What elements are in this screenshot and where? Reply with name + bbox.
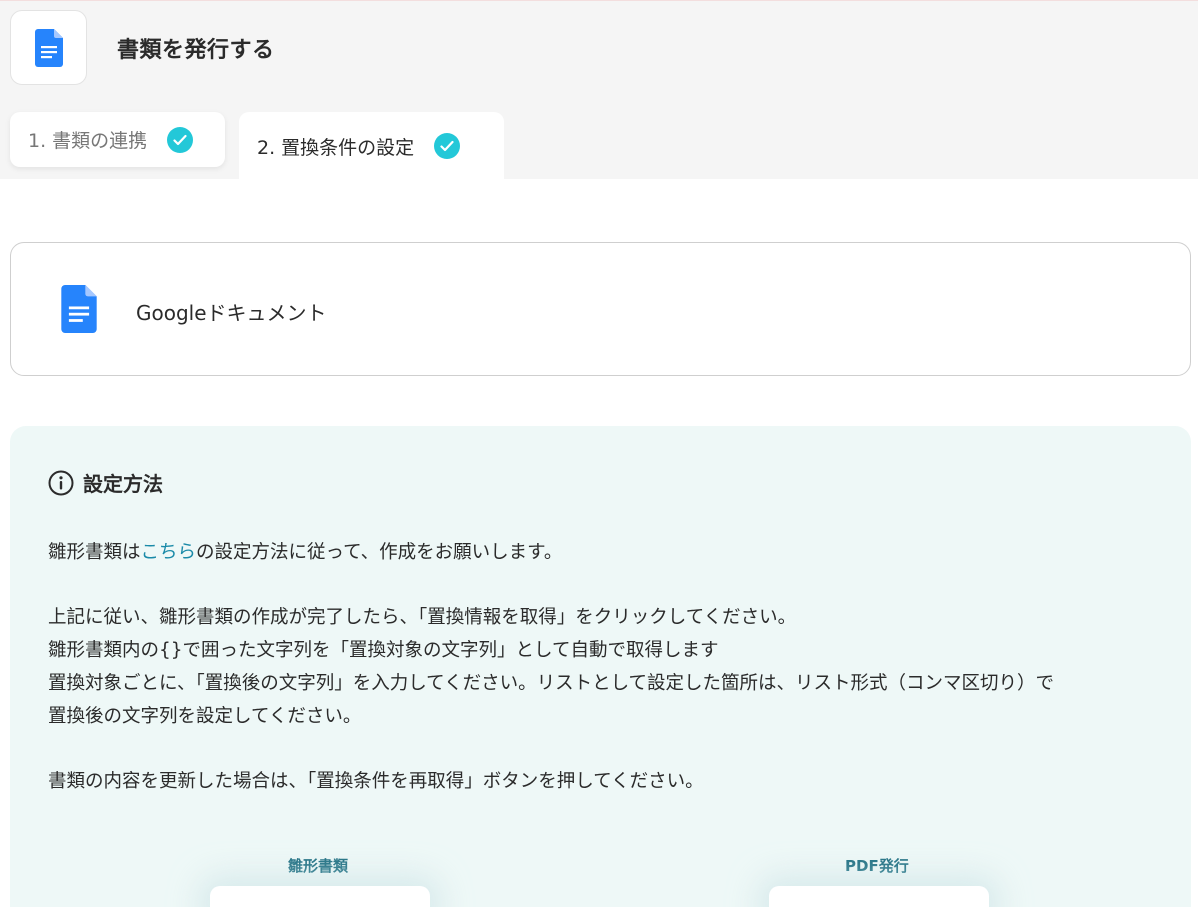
pdf-issue-label: PDF発行 (845, 857, 909, 875)
service-name: Googleドキュメント (136, 301, 327, 325)
info-icon (48, 470, 74, 495)
info-line: 雛形書類内の{}で囲った文字列を「置換対象の文字列」として自動で取得します (48, 640, 719, 661)
info-header: 設定方法 (48, 468, 163, 497)
info-line: 置換対象ごとに、「置換後の文字列」を入力してください。リストとして設定した箇所は… (48, 673, 1055, 694)
template-doc-label: 雛形書類 (288, 857, 349, 875)
info-title: 設定方法 (83, 472, 163, 496)
page-title: 書類を発行する (117, 38, 275, 63)
google-docs-icon (34, 28, 63, 67)
check-icon (434, 133, 461, 159)
info-panel: 設定方法 雛形書類はこちらの設定方法に従って、作成をお願いします。 上記に従い、… (10, 426, 1191, 907)
tab-label: 2. 置換条件の設定 (257, 136, 415, 159)
check-icon (167, 126, 194, 153)
info-line: 書類の内容を更新した場合は、「置換条件を再取得」ボタンを押してください。 (48, 771, 704, 792)
info-line: 雛形書類はこちらの設定方法に従って、作成をお願いします。 (48, 536, 1054, 569)
info-line: 上記に従い、雛形書類の作成が完了したら、「置換情報を取得」をクリックしてください… (48, 607, 797, 628)
info-line: 置換後の文字列を設定してください。 (48, 706, 362, 727)
app-icon-box (10, 10, 87, 85)
service-card: Googleドキュメント (10, 242, 1191, 376)
tab-label: 1. 書類の連携 (28, 130, 148, 152)
tab-replace-settings[interactable]: 2. 置換条件の設定 (239, 112, 504, 180)
info-body: 雛形書類はこちらの設定方法に従って、作成をお願いします。 上記に従い、雛形書類の… (48, 536, 1054, 798)
tab-document-link[interactable]: 1. 書類の連携 (10, 112, 225, 167)
pdf-issue-preview (769, 886, 989, 907)
info-text: 雛形書類は (48, 542, 141, 563)
here-link[interactable]: こちら (141, 542, 197, 563)
template-doc-preview (210, 886, 430, 907)
google-docs-icon (61, 285, 97, 333)
top-bar: 書類を発行する 1. 書類の連携 2. 置換条件の設定 (0, 0, 1198, 180)
info-text: の設定方法に従って、作成をお願いします。 (196, 542, 563, 563)
